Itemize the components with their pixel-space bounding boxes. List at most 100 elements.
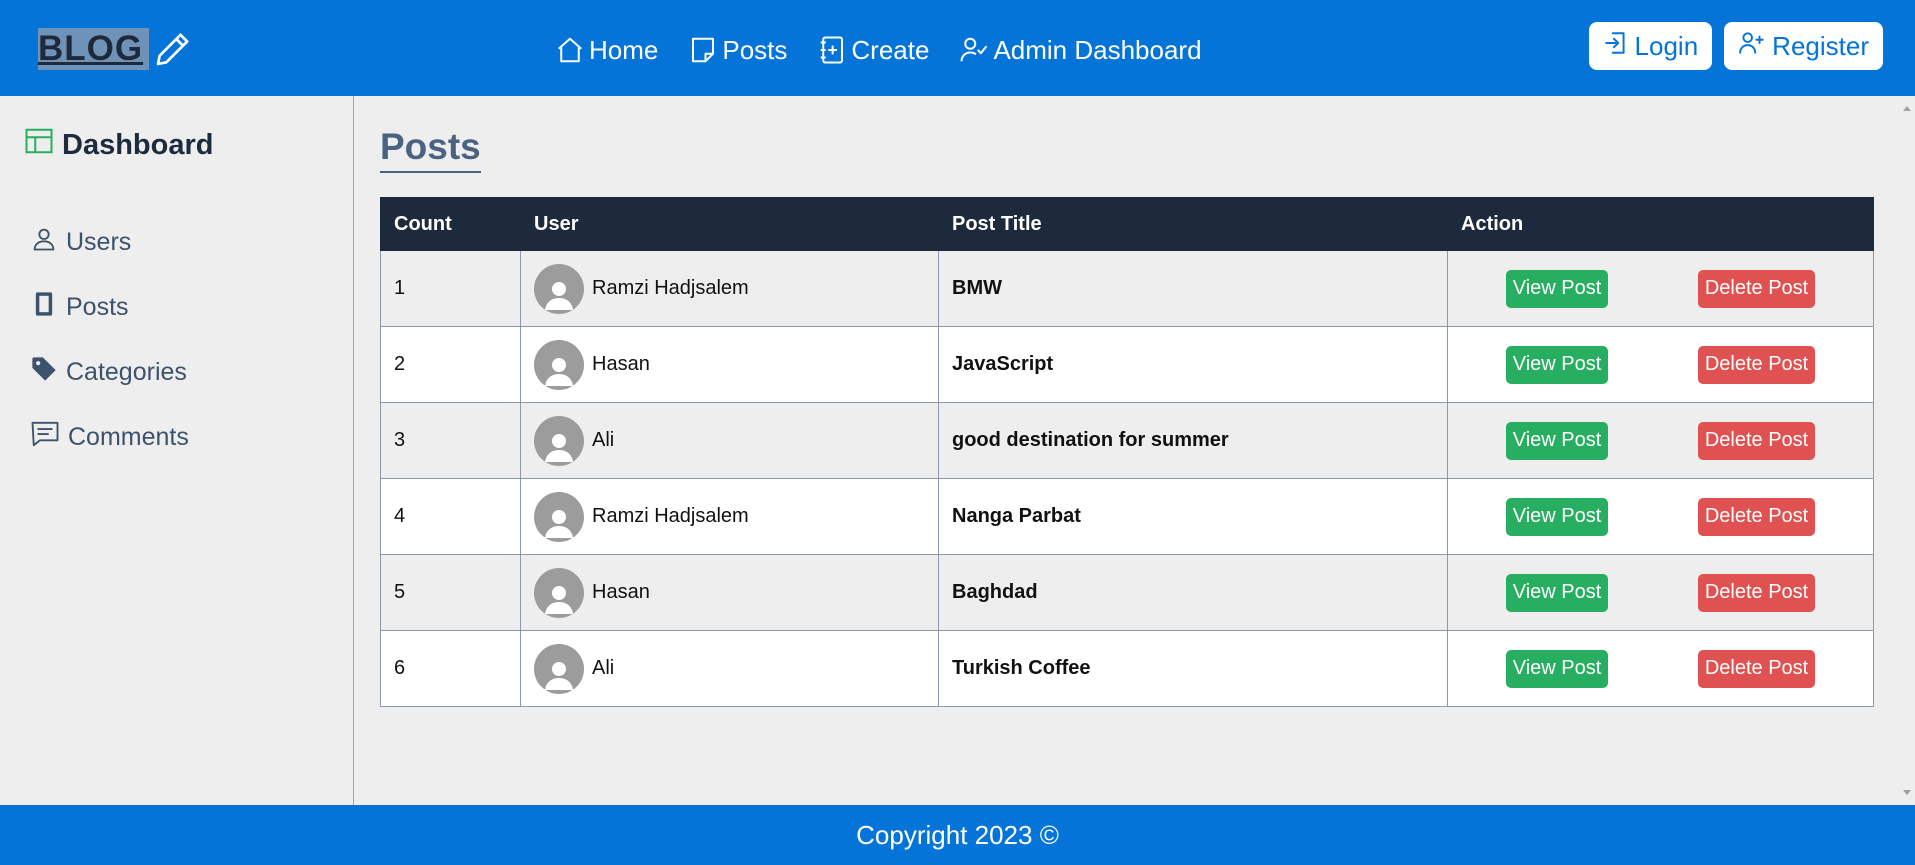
logo[interactable]: BLOG (38, 28, 193, 70)
admin-icon (959, 35, 989, 65)
sidebar-menu: Users Posts Categories Comments (30, 210, 189, 470)
top-navbar: BLOG Home Posts Create Admin Dashboard L… (0, 0, 1915, 96)
pencil-icon (153, 29, 193, 69)
posts-icon (688, 35, 718, 65)
dashboard-icon (24, 126, 54, 164)
scroll-down-arrow-icon[interactable] (1903, 790, 1911, 795)
sidebar-item-users[interactable]: Users (30, 210, 189, 275)
nav-posts-label: Posts (722, 34, 788, 65)
delete-post-button[interactable]: Delete Post (1697, 649, 1816, 688)
nav-admin-label: Admin Dashboard (993, 34, 1202, 65)
sidebar-title[interactable]: Dashboard (24, 126, 213, 164)
table-header-row: Count User Post Title Action (380, 197, 1874, 251)
view-post-button[interactable]: View Post (1505, 269, 1609, 308)
view-post-button[interactable]: View Post (1505, 345, 1609, 384)
column-header-user: User (520, 197, 939, 251)
avatar[interactable] (534, 339, 584, 390)
post-title-cell: Baghdad (938, 554, 1448, 631)
home-icon (555, 35, 585, 65)
scroll-up-arrow-icon[interactable] (1903, 106, 1911, 111)
action-cell: View Post Delete Post (1447, 326, 1874, 403)
count-cell: 4 (380, 478, 521, 555)
sidebar-item-comments[interactable]: Comments (30, 405, 189, 470)
delete-post-button[interactable]: Delete Post (1697, 497, 1816, 536)
table-row: 2 Hasan JavaScript View Post Delete Post (380, 326, 1874, 403)
posts-icon (30, 290, 58, 325)
nav-home[interactable]: Home (555, 35, 658, 66)
delete-post-button[interactable]: Delete Post (1697, 345, 1816, 384)
count-cell: 5 (380, 554, 521, 631)
table-row: 4 Ramzi Hadjsalem Nanga Parbat View Post… (380, 478, 1874, 555)
comment-icon (30, 419, 60, 456)
avatar[interactable] (534, 415, 584, 466)
post-title-cell: Nanga Parbat (938, 478, 1448, 555)
count-cell: 3 (380, 402, 521, 479)
login-label: Login (1634, 30, 1699, 61)
sidebar-title-label: Dashboard (62, 128, 214, 161)
sidebar-item-posts-label: Posts (66, 293, 129, 321)
add-user-icon (1738, 30, 1766, 63)
delete-post-button[interactable]: Delete Post (1697, 573, 1816, 612)
count-cell: 2 (380, 326, 521, 403)
avatar[interactable] (534, 567, 584, 618)
post-title-cell: Turkish Coffee (938, 630, 1448, 707)
nav-create[interactable]: Create (817, 35, 929, 66)
register-label: Register (1772, 30, 1869, 61)
user-cell: Hasan (520, 554, 939, 631)
post-title-cell: good destination for summer (938, 402, 1448, 479)
nav-admin-dashboard[interactable]: Admin Dashboard (959, 34, 1202, 66)
login-button[interactable]: Login (1588, 22, 1713, 70)
table-row: 5 Hasan Baghdad View Post Delete Post (380, 554, 1874, 631)
tag-icon (30, 355, 58, 390)
view-post-button[interactable]: View Post (1505, 497, 1609, 536)
auth-buttons: Login Register (1588, 22, 1883, 70)
user-cell: Ali (520, 402, 939, 479)
post-title-cell: JavaScript (938, 326, 1448, 403)
vertical-scrollbar[interactable] (1898, 96, 1915, 805)
column-header-action: Action (1447, 197, 1874, 251)
user-name: Ramzi Hadjsalem (592, 505, 749, 527)
post-title-cell: BMW (938, 250, 1448, 327)
sidebar-item-posts[interactable]: Posts (30, 275, 189, 340)
user-cell: Ali (520, 630, 939, 707)
sidebar-item-users-label: Users (66, 228, 132, 256)
view-post-button[interactable]: View Post (1505, 421, 1609, 460)
avatar[interactable] (534, 643, 584, 694)
view-post-button[interactable]: View Post (1505, 649, 1609, 688)
posts-table: Count User Post Title Action 1 Ramzi Had… (380, 197, 1874, 707)
action-cell: View Post Delete Post (1447, 554, 1874, 631)
user-name: Ali (592, 429, 615, 451)
sidebar: Dashboard Users Posts Categories Comment… (0, 96, 354, 805)
nav-posts[interactable]: Posts (688, 35, 787, 66)
count-cell: 6 (380, 630, 521, 707)
nav-create-label: Create (851, 34, 930, 65)
action-cell: View Post Delete Post (1447, 250, 1874, 327)
logo-text[interactable]: BLOG (38, 28, 150, 70)
nav-home-label: Home (589, 34, 659, 65)
login-icon (1603, 30, 1629, 63)
avatar[interactable] (534, 491, 584, 542)
delete-post-button[interactable]: Delete Post (1697, 421, 1816, 460)
user-icon (30, 225, 58, 260)
main-nav: Home Posts Create Admin Dashboard (555, 30, 1202, 70)
action-cell: View Post Delete Post (1447, 478, 1874, 555)
column-header-post-title: Post Title (938, 197, 1448, 251)
user-cell: Ramzi Hadjsalem (520, 478, 939, 555)
copyright-text: Copyright 2023 © (856, 819, 1059, 850)
page-title: Posts (380, 126, 481, 173)
user-name: Ramzi Hadjsalem (592, 277, 749, 299)
register-button[interactable]: Register (1724, 22, 1883, 70)
user-name: Ali (592, 657, 615, 679)
avatar[interactable] (534, 263, 584, 314)
user-cell: Ramzi Hadjsalem (520, 250, 939, 327)
action-cell: View Post Delete Post (1447, 402, 1874, 479)
view-post-button[interactable]: View Post (1505, 573, 1609, 612)
sidebar-item-categories[interactable]: Categories (30, 340, 189, 405)
table-row: 6 Ali Turkish Coffee View Post Delete Po… (380, 630, 1874, 707)
user-name: Hasan (592, 353, 650, 375)
footer: Copyright 2023 © (0, 805, 1915, 865)
column-header-count: Count (380, 197, 521, 251)
user-name: Hasan (592, 581, 650, 603)
create-icon (817, 35, 847, 65)
delete-post-button[interactable]: Delete Post (1697, 269, 1816, 308)
